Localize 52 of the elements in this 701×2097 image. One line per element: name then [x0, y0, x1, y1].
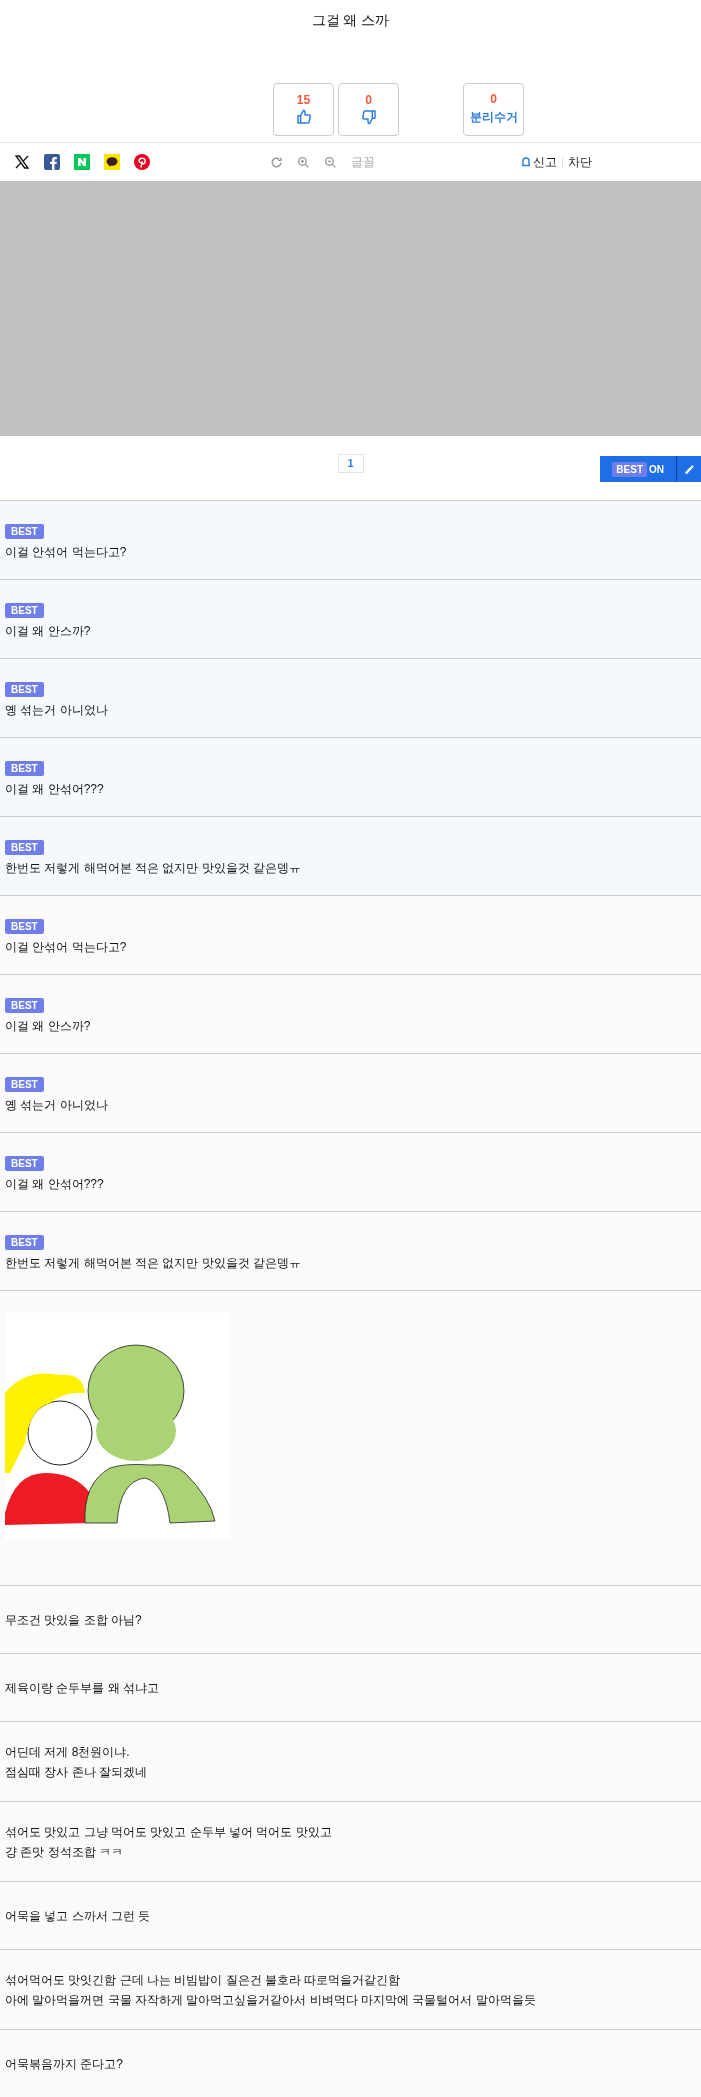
- pinterest-icon[interactable]: [134, 154, 150, 170]
- best-badge: BEST: [5, 1235, 44, 1250]
- comment-text: 이걸 안섞어 먹는다고?: [5, 544, 128, 561]
- zoom-out-icon[interactable]: [324, 155, 337, 169]
- zoom-in-icon[interactable]: [297, 155, 310, 169]
- block-button[interactable]: 차단: [568, 153, 592, 171]
- best-badge: BEST: [5, 998, 44, 1013]
- kakao-talk-icon[interactable]: [104, 154, 120, 170]
- comment-text: 한번도 저렇게 해먹어본 적은 없지만 맛있을것 같은뎅ㅠ: [5, 860, 302, 877]
- comment-text: 옝 섞는거 아니었나: [5, 702, 109, 719]
- report-button[interactable]: 신고: [521, 153, 557, 171]
- x-logo-icon[interactable]: [14, 154, 30, 170]
- comment-text: 옝 섞는거 아니었나: [5, 1097, 109, 1114]
- pencil-icon: [683, 463, 695, 475]
- comment-text: 한번도 저렇게 해먹어본 적은 없지만 맛있을것 같은뎅ㅠ: [5, 1255, 302, 1272]
- best-badge: BEST: [5, 524, 44, 539]
- comment-text: 어딘데 저게 8천원이냐.: [5, 1743, 131, 1761]
- thumbs-up-icon: [295, 109, 312, 125]
- comment-text: 무조건 맛있을 조합 아님?: [5, 1611, 143, 1629]
- recycle-button[interactable]: 0 분리수거: [463, 83, 524, 136]
- upvote-button[interactable]: 15: [273, 83, 334, 136]
- naver-icon[interactable]: [74, 154, 90, 170]
- facebook-icon[interactable]: [44, 154, 60, 170]
- comment-text: 걍 존맛 정석조합 ㅋㅋ: [5, 1843, 124, 1861]
- comment-text: 섞어먹어도 맛잇긴함 근데 나는 비빔밥이 질은건 불호라 따로먹을거같긴함: [5, 1971, 402, 1989]
- comment-text: 이걸 왜 안스까?: [5, 1018, 92, 1035]
- bell-icon: [521, 157, 531, 167]
- page-button[interactable]: 1: [337, 454, 364, 473]
- best-badge: BEST: [5, 603, 44, 618]
- comment-text: 이걸 왜 안섞어???: [5, 781, 105, 798]
- comment-text: 제육이랑 순두부를 왜 섞냐고: [5, 1679, 160, 1697]
- write-button[interactable]: [677, 456, 701, 482]
- best-badge: BEST: [5, 682, 44, 697]
- best-badge: BEST: [5, 840, 44, 855]
- font-button[interactable]: 글꼴: [351, 153, 375, 171]
- thumbs-down-icon: [360, 109, 377, 125]
- best-badge: BEST: [5, 919, 44, 934]
- best-badge: BEST: [5, 1156, 44, 1171]
- post-title: 그걸 왜 스까: [311, 11, 390, 30]
- best-toggle[interactable]: BEST ON: [600, 456, 677, 482]
- comment-text: 어묵을 넣고 스까서 그런 듯: [5, 1907, 152, 1925]
- comment-text: 이걸 왜 안섞어???: [5, 1176, 105, 1193]
- best-badge: BEST: [5, 1077, 44, 1092]
- downvote-button[interactable]: 0: [338, 83, 399, 136]
- comment-text: 이걸 안섞어 먹는다고?: [5, 939, 128, 956]
- best-badge: BEST: [5, 761, 44, 776]
- comment-text: 섞어도 맛있고 그냥 먹어도 맛있고 순두부 넣어 먹어도 맛있고: [5, 1823, 333, 1841]
- comment-text: 점심때 장사 존나 잘되겠네: [5, 1763, 148, 1781]
- comment-text: 이걸 왜 안스까?: [5, 623, 92, 640]
- comment-text: 아에 말아먹을꺼면 국물 자작하게 말아먹고싶을거같아서 비벼먹다 마지막에 국물털어서 말아먹을듯: [5, 1991, 537, 2009]
- comment-text: 어묵볶음까지 준다고?: [5, 2055, 124, 2073]
- refresh-icon[interactable]: [270, 155, 283, 169]
